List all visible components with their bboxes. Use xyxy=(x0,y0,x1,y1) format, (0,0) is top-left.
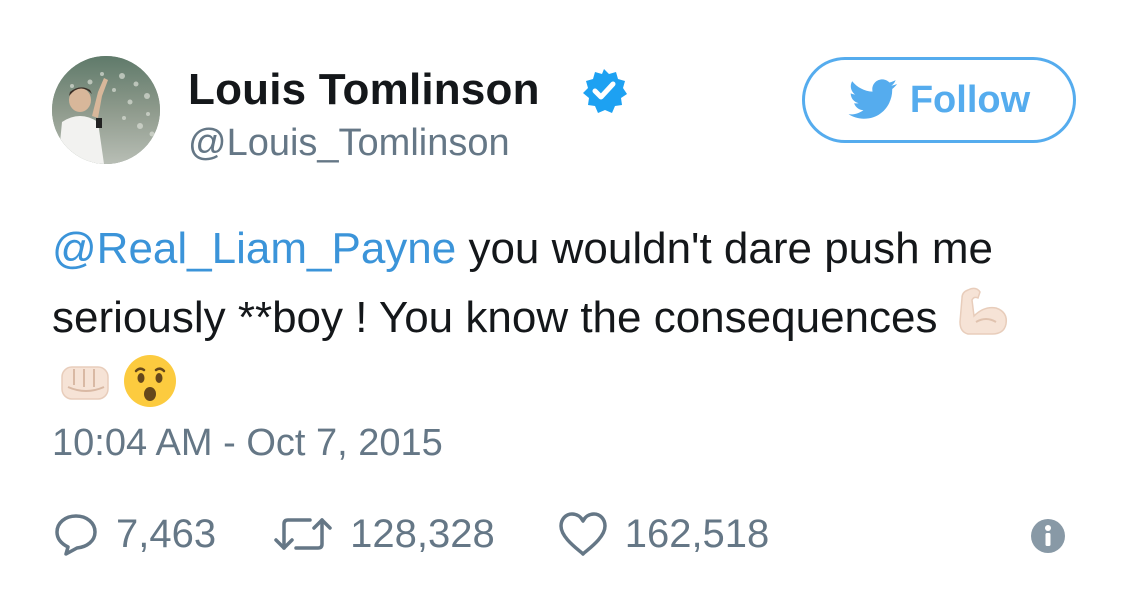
heart-icon xyxy=(558,512,607,556)
like-count: 162,518 xyxy=(624,512,770,556)
flexed-biceps-emoji xyxy=(954,282,1014,342)
reply-icon xyxy=(55,514,97,556)
follow-button-label: Follow xyxy=(909,79,1031,121)
like-button[interactable]: 162,518 xyxy=(557,510,770,558)
verified-badge-icon xyxy=(583,69,627,113)
reply-button[interactable]: 7,463 xyxy=(52,510,216,558)
retweet-button[interactable]: 128,328 xyxy=(272,510,495,558)
tweet-text: @Real_Liam_Payne you wouldn't dare push … xyxy=(52,215,1052,420)
retweet-count: 128,328 xyxy=(350,512,495,556)
retweet-icon xyxy=(274,518,332,550)
author-name[interactable]: Louis Tomlinson xyxy=(188,64,540,116)
avatar[interactable] xyxy=(52,56,160,164)
follow-button[interactable]: Follow xyxy=(802,57,1076,143)
avatar-photo xyxy=(52,56,160,164)
info-icon[interactable] xyxy=(1030,518,1066,554)
reply-count: 7,463 xyxy=(116,512,217,556)
fist-emoji xyxy=(56,351,116,411)
twitter-bird-icon xyxy=(848,79,897,119)
author-handle[interactable]: @Louis_Tomlinson xyxy=(188,120,510,166)
tweet-actions: 7,463 128,328 162,518 xyxy=(52,506,769,562)
tweet-timestamp[interactable]: 10:04 AM - Oct 7, 2015 xyxy=(52,420,443,466)
mention-link[interactable]: @Real_Liam_Payne xyxy=(52,224,456,273)
astonished-face-emoji xyxy=(120,351,180,411)
